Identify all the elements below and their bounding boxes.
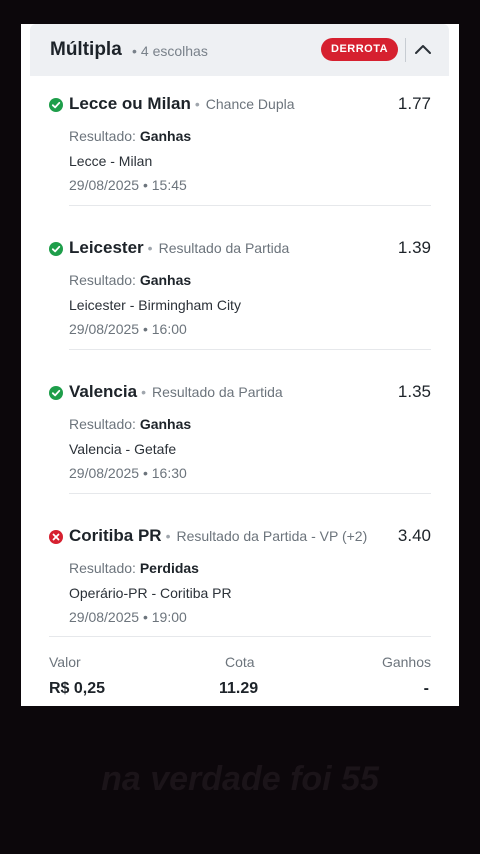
total-odds-value: 11.29: [219, 680, 259, 697]
selection-name: Leicester • Resultado da Partida: [69, 238, 290, 257]
stake-label: Valor: [49, 654, 81, 670]
result-line: Resultado: Ganhas: [69, 272, 192, 288]
divider: [69, 349, 431, 350]
stake-value: R$ 0,25: [49, 680, 106, 697]
bet-card: Múltipla • 4 escolhas DERROTA Lecce ou Mi…: [21, 24, 459, 706]
divider: [69, 493, 431, 494]
market-name: Resultado da Partida: [158, 240, 290, 256]
result-line: Resultado: Ganhas: [69, 416, 192, 432]
selection-item: Leicester • Resultado da Partida 1.39 Resu…: [49, 234, 431, 364]
match-name: Leicester - Birmingham City: [69, 297, 241, 313]
divider: [49, 636, 431, 637]
match-datetime: 29/08/2025 • 16:00: [69, 321, 187, 337]
match-datetime: 29/08/2025 • 15:45: [69, 177, 187, 193]
header-divider: [405, 38, 406, 62]
match-name: Operário-PR - Coritiba PR: [69, 585, 232, 601]
market-name: Chance Dupla: [205, 96, 295, 112]
bet-type-title: Múltipla: [50, 39, 122, 60]
check-circle-icon: [49, 98, 63, 112]
selection-item: Lecce ou Milan • Chance Dupla 1.77 Resulta…: [49, 90, 431, 220]
bet-header[interactable]: Múltipla • 4 escolhas DERROTA: [30, 24, 449, 76]
selection-odds: 1.35: [397, 382, 431, 401]
divider: [69, 205, 431, 206]
selection-item: Coritiba PR • Resultado da Partida - VP (+…: [49, 522, 431, 652]
market-name: Resultado da Partida: [151, 384, 283, 400]
match-name: Valencia - Getafe: [69, 441, 177, 457]
selection-odds: 3.40: [397, 526, 431, 545]
x-circle-icon: [49, 530, 63, 544]
selection-item: Valencia • Resultado da Partida 1.35 Resul…: [49, 378, 431, 508]
result-line: Resultado: Perdidas: [69, 560, 199, 576]
match-datetime: 29/08/2025 • 19:00: [69, 609, 187, 625]
winnings-value: -: [423, 680, 429, 697]
match-datetime: 29/08/2025 • 16:30: [69, 465, 187, 481]
bet-summary: Valor R$ 0,25 Cota 11.29 Ganhos -: [49, 652, 431, 702]
selection-name: Lecce ou Milan • Chance Dupla: [69, 94, 295, 113]
chevron-up-icon[interactable]: [412, 38, 434, 60]
market-name: Resultado da Partida - VP (+2): [176, 528, 368, 544]
selection-odds: 1.39: [397, 238, 431, 257]
selection-name: Valencia • Resultado da Partida: [69, 382, 283, 401]
match-name: Lecce - Milan: [69, 153, 153, 169]
selection-odds: 1.77: [397, 94, 431, 113]
selection-name: Coritiba PR • Resultado da Partida - VP (+…: [69, 526, 368, 545]
total-odds-label: Cota: [225, 654, 255, 670]
check-circle-icon: [49, 386, 63, 400]
selection-count: • 4 escolhas: [132, 43, 208, 59]
check-circle-icon: [49, 242, 63, 256]
winnings-label: Ganhos: [381, 654, 431, 670]
video-caption: na verdade foi 55: [101, 760, 379, 798]
result-line: Resultado: Ganhas: [69, 128, 192, 144]
status-badge: DERROTA: [321, 38, 399, 61]
